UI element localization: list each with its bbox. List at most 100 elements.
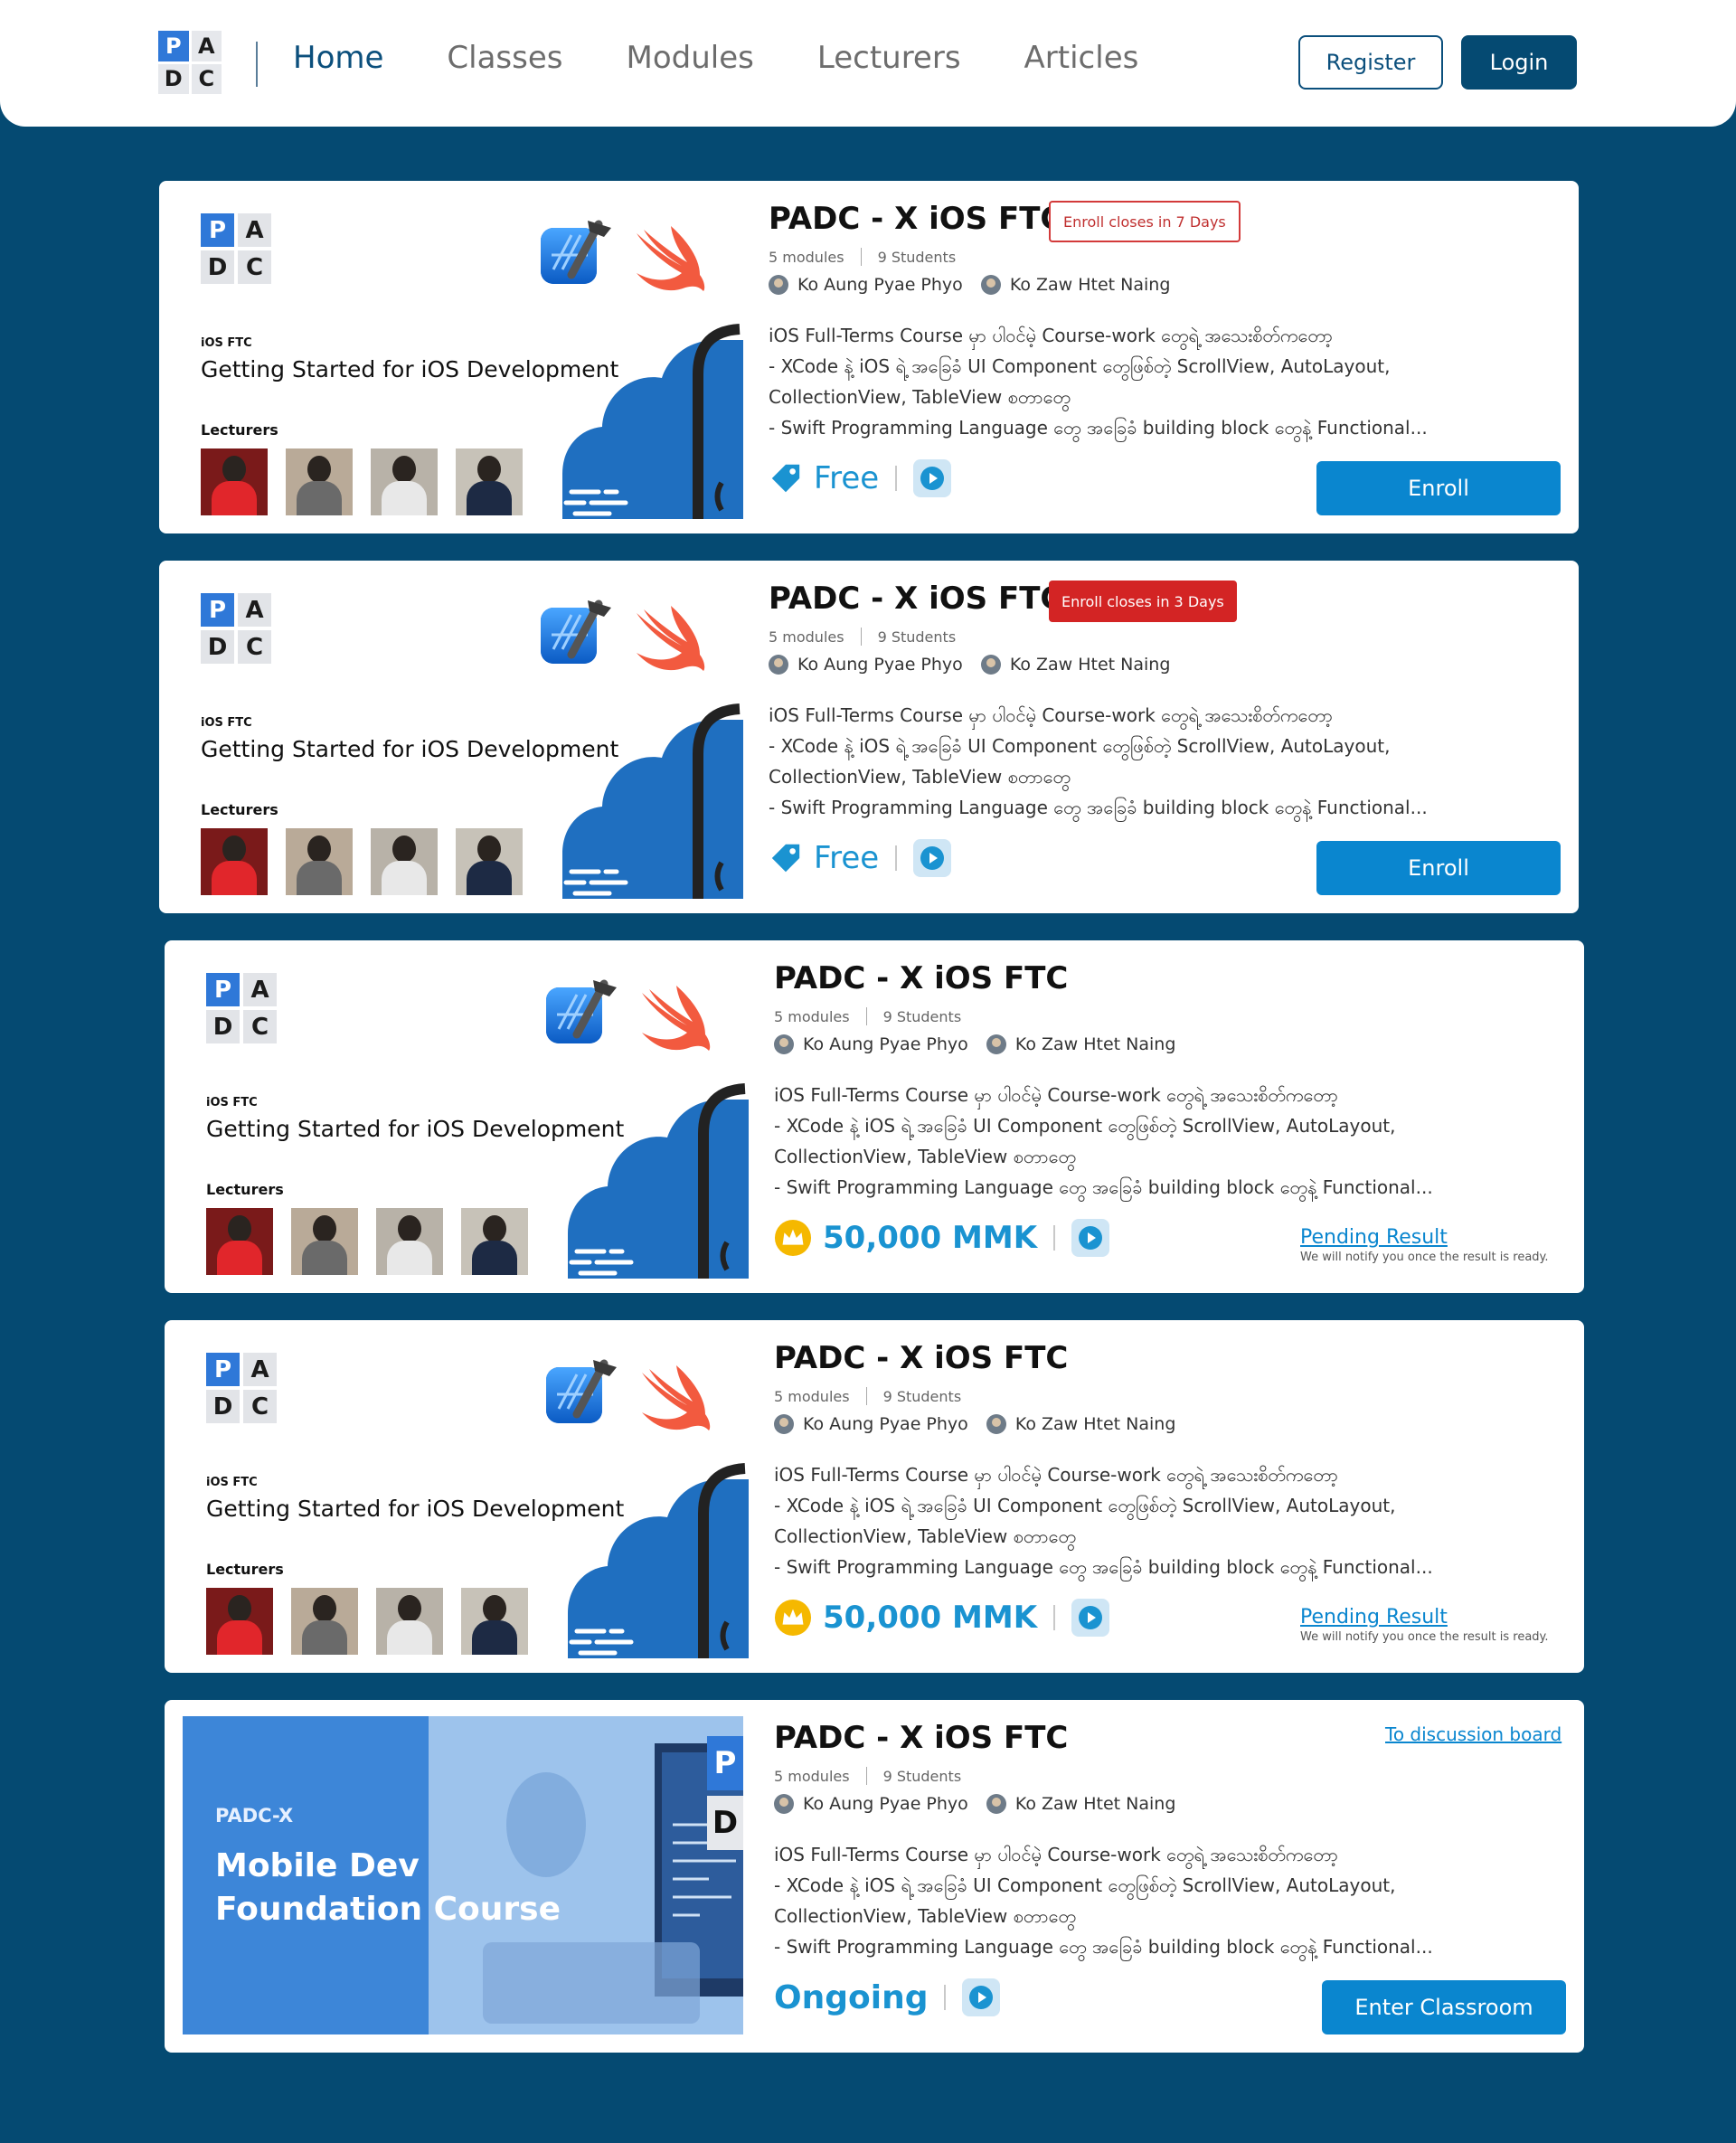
enroll-deadline-badge: Enroll closes in 7 Days (1049, 201, 1241, 242)
modules-count: 5 modules (769, 248, 844, 266)
course-thumbnail: P A D C iOS FTC Getting Started for iOS … (188, 1333, 749, 1658)
course-title: PADC - X iOS FTC (774, 1340, 1069, 1376)
enroll-button[interactable]: Enroll (1316, 461, 1561, 515)
logo-letter: P (206, 1353, 240, 1386)
register-button[interactable]: Register (1298, 35, 1443, 90)
lecturer-name[interactable]: Ko Aung Pyae Phyo (803, 1794, 968, 1814)
course-price: 50,000 MMK (823, 1220, 1038, 1256)
logo-letter: A (243, 973, 277, 1006)
modules-count: 5 modules (774, 1387, 850, 1405)
course-description: iOS Full-Terms Course မှာ ပါဝင်မဲ့ Cours… (769, 700, 1483, 823)
logo-letter: D (158, 63, 189, 94)
description-line: CollectionView, TableView စတာတွေ (774, 1146, 1076, 1167)
thumbnail-title: Getting Started for iOS Development (206, 1496, 625, 1522)
course-meta: 5 modules 9 Students (769, 248, 956, 266)
students-count: 9 Students (882, 1767, 962, 1785)
course-card[interactable]: P A D C iOS FTC Getting Started for iOS … (165, 940, 1584, 1293)
nav-link-home[interactable]: Home (293, 40, 383, 76)
pending-result: Pending Result We will notify you once t… (1300, 1226, 1549, 1264)
course-title: PADC - X iOS FTC (769, 201, 1063, 237)
lecturer-photo (291, 1588, 358, 1655)
course-title: PADC - X iOS FTC (769, 581, 1063, 617)
logo-letter: C (191, 63, 222, 94)
lecturer-name[interactable]: Ko Zaw Htet Naing (1015, 1034, 1176, 1054)
description-line: - XCode နဲ့ iOS ရဲ့ အခြေခံ UI Component … (774, 1495, 1396, 1516)
lecturer-photo (461, 1588, 528, 1655)
logo-letter: A (238, 213, 271, 247)
crown-icon (774, 1599, 812, 1637)
description-line: - Swift Programming Language တွေ အခြေခံ … (774, 1556, 1433, 1578)
divider (895, 845, 898, 871)
avatar (980, 275, 1001, 295)
lecturer-name[interactable]: Ko Aung Pyae Phyo (797, 275, 963, 295)
cloud-illustration (568, 1459, 749, 1658)
price-row: 50,000 MMK (774, 1599, 1110, 1637)
nav-divider (256, 42, 258, 87)
nav-link-articles[interactable]: Articles (1024, 40, 1139, 76)
play-preview-button[interactable] (1071, 1219, 1110, 1257)
course-status: Ongoing (774, 1978, 929, 2016)
play-preview-button[interactable] (913, 459, 952, 497)
description-line: iOS Full-Terms Course မှာ ပါဝင်မဲ့ Cours… (774, 1464, 1339, 1486)
course-card[interactable]: P A D C iOS FTC Getting Started for iOS … (159, 561, 1579, 913)
lecturer-name[interactable]: Ko Aung Pyae Phyo (797, 655, 963, 675)
thumbnail-label: PADC-X (215, 1805, 294, 1827)
thumbnail-logo: P A D C (206, 973, 277, 1043)
course-price: Free (814, 840, 880, 876)
logo-letter: A (238, 593, 271, 627)
xcode-icon (535, 595, 613, 673)
play-icon (919, 465, 946, 492)
lecturer-name[interactable]: Ko Zaw Htet Naing (1015, 1794, 1176, 1814)
description-line: - Swift Programming Language တွေ အခြေခံ … (774, 1936, 1433, 1958)
nav-link-modules[interactable]: Modules (627, 40, 754, 76)
description-line: - XCode နဲ့ iOS ရဲ့ အခြေခံ UI Component … (774, 1115, 1396, 1137)
swift-icon (627, 219, 714, 297)
lecturer-name[interactable]: Ko Zaw Htet Naing (1010, 655, 1171, 675)
lecturer-photos (206, 1588, 528, 1655)
pending-result-link[interactable]: Pending Result (1300, 1226, 1549, 1249)
divider (895, 466, 898, 491)
lecturer-photos (201, 828, 523, 895)
divider (1053, 1225, 1056, 1251)
logo-letter: D (206, 1390, 240, 1423)
description-line: CollectionView, TableView စတာတွေ (774, 1905, 1076, 1927)
course-card[interactable]: P A D C iOS FTC Getting Started for iOS … (159, 181, 1579, 533)
play-preview-button[interactable] (962, 1978, 1001, 2016)
lecturer-name[interactable]: Ko Aung Pyae Phyo (803, 1414, 968, 1434)
course-card[interactable]: P A D C iOS FTC Getting Started for iOS … (165, 1320, 1584, 1673)
lecturer-photo (461, 1208, 528, 1275)
login-button[interactable]: Login (1461, 35, 1577, 90)
logo-letter: D (707, 1796, 743, 1850)
course-lecturers: Ko Aung Pyae Phyo Ko Zaw Htet Naing (774, 1034, 1175, 1054)
course-lecturers: Ko Aung Pyae Phyo Ko Zaw Htet Naing (769, 655, 1170, 675)
description-line: - Swift Programming Language တွေ အခြေခံ … (774, 1176, 1433, 1198)
lecturer-name[interactable]: Ko Zaw Htet Naing (1015, 1414, 1176, 1434)
students-count: 9 Students (877, 628, 957, 646)
lecturer-name[interactable]: Ko Zaw Htet Naing (1010, 275, 1171, 295)
top-navbar: P A D C Home Classes Modules Lecturers A… (0, 0, 1736, 127)
logo-letter: C (243, 1390, 277, 1423)
enroll-button[interactable]: Enroll (1316, 841, 1561, 895)
lecturer-photo (291, 1208, 358, 1275)
nav-link-lecturers[interactable]: Lecturers (817, 40, 961, 76)
logo-letter: C (243, 1010, 277, 1043)
price-tag-icon (769, 841, 803, 875)
padc-logo[interactable]: P A D C (158, 31, 222, 94)
swift-icon (633, 1358, 720, 1436)
pending-result-link[interactable]: Pending Result (1300, 1606, 1549, 1628)
play-preview-button[interactable] (1071, 1599, 1110, 1637)
logo-letter: P (206, 973, 240, 1006)
thumbnail-lecturers-label: Lecturers (206, 1561, 284, 1578)
enter-classroom-button[interactable]: Enter Classroom (1322, 1980, 1566, 2034)
lecturer-photo (376, 1588, 443, 1655)
discussion-board-link[interactable]: To discussion board (1385, 1723, 1561, 1745)
cloud-illustration (562, 320, 743, 519)
logo-letter: P (201, 213, 234, 247)
lecturer-name[interactable]: Ko Aung Pyae Phyo (803, 1034, 968, 1054)
avatar (769, 655, 788, 675)
course-card[interactable]: P D PADC-X Mobile Dev Foundation Course … (165, 1700, 1584, 2053)
play-preview-button[interactable] (913, 839, 952, 877)
lecturer-photo (456, 828, 523, 895)
nav-link-classes[interactable]: Classes (447, 40, 562, 76)
course-thumbnail: P D PADC-X Mobile Dev Foundation Course (183, 1716, 743, 2034)
